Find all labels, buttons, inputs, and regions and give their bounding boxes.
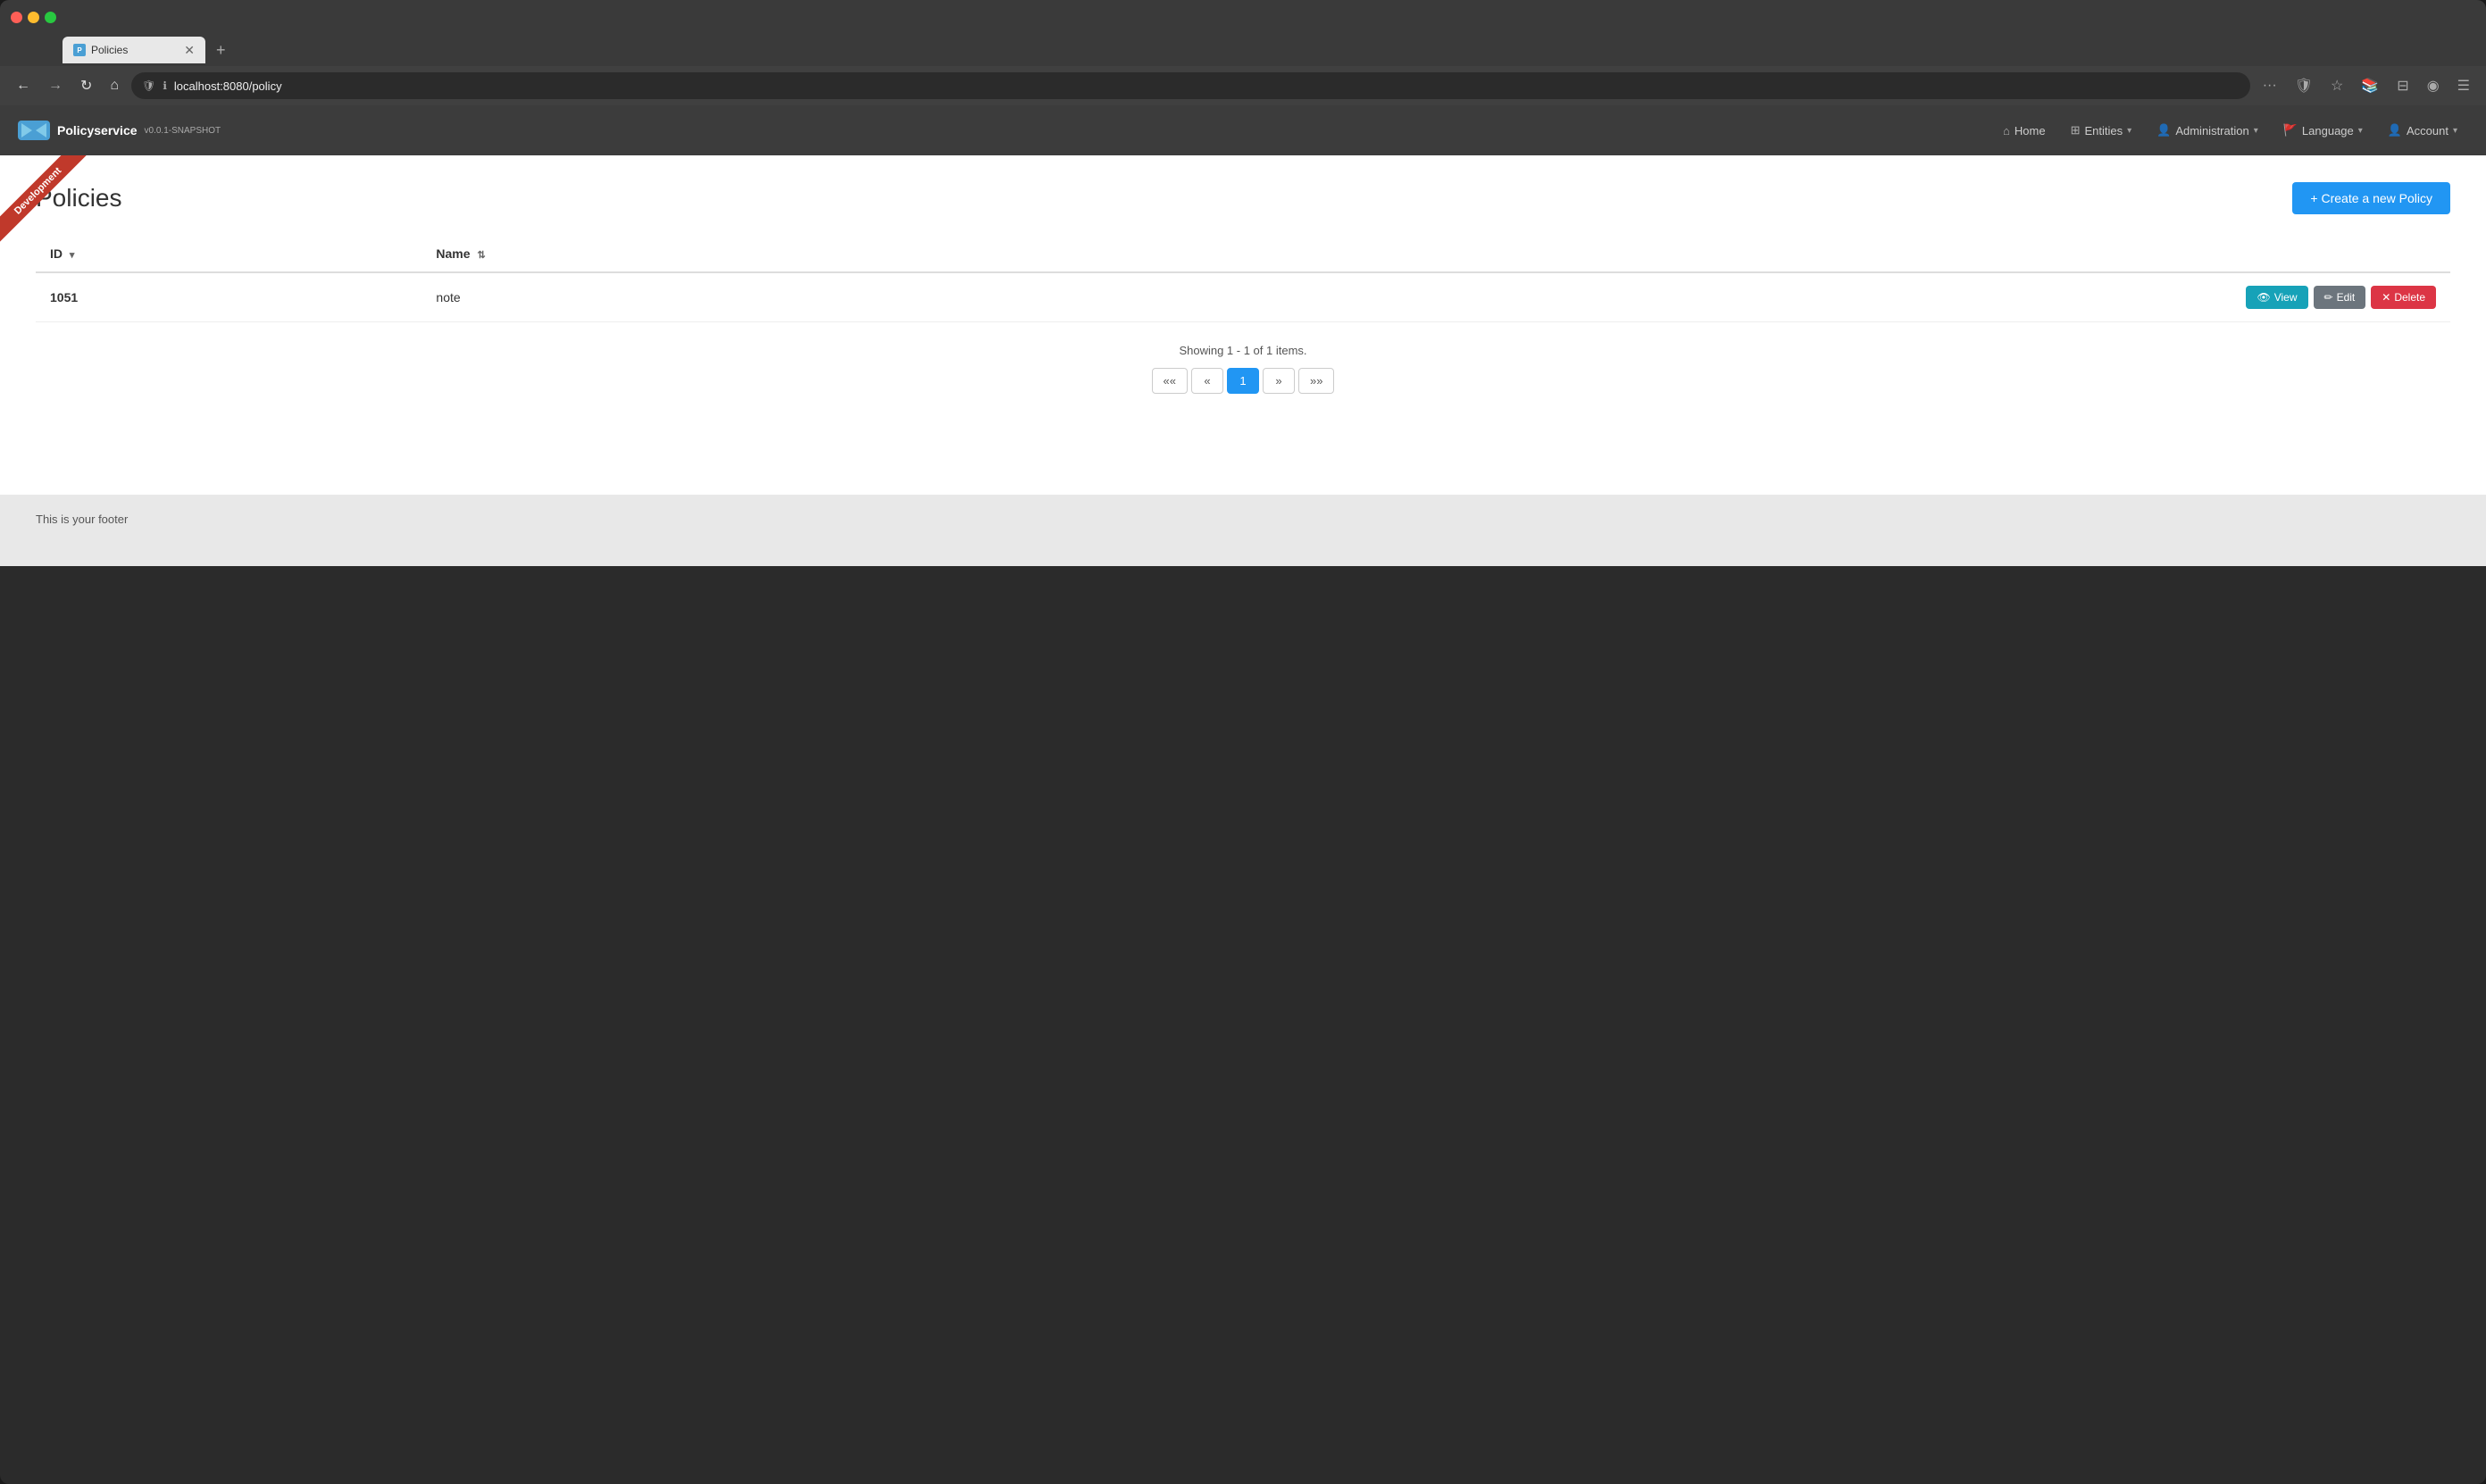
nav-language-link[interactable]: 🚩 Language ▾: [2273, 116, 2373, 145]
delete-button[interactable]: ✕ Delete: [2371, 286, 2436, 309]
account-dropdown-arrow: ▾: [2453, 126, 2457, 136]
row-id: 1051: [36, 272, 421, 322]
policy-table: ID ▾ Name ⇅ 1051 note 👁: [36, 236, 2450, 322]
x-icon: ✕: [2382, 291, 2390, 304]
page-title: Policies: [36, 184, 121, 213]
footer-text: This is your footer: [36, 513, 128, 526]
minimize-window-button[interactable]: [28, 12, 39, 23]
browser-toolbar: ← → ↻ ⌂ 🛡 ℹ ··· 🛡 ☆ 📚 ⊟ ◉ ☰: [0, 66, 2486, 105]
current-page-button[interactable]: 1: [1227, 368, 1259, 394]
nav-back-button[interactable]: ←: [11, 74, 36, 97]
profile-icon[interactable]: ◉: [2422, 73, 2445, 98]
action-buttons: 👁 View ✏ Edit ✕ Delete: [970, 286, 2436, 309]
app-logo-name: Policyservice: [57, 123, 138, 138]
next-page-button[interactable]: »: [1263, 368, 1295, 394]
new-tab-button[interactable]: +: [209, 38, 233, 63]
table-body: 1051 note 👁 View ✏ Edit ✕ Delete: [36, 272, 2450, 322]
tab-favicon: P: [73, 44, 86, 56]
administration-dropdown-arrow: ▾: [2254, 126, 2258, 136]
logo-icon: [18, 121, 50, 140]
shield-icon: 🛡: [2290, 73, 2318, 98]
address-bar-wrapper: 🛡 ℹ: [131, 72, 2250, 99]
info-icon: ℹ: [163, 79, 167, 92]
col-actions-header: [955, 236, 2450, 272]
table-header-row: ID ▾ Name ⇅: [36, 236, 2450, 272]
account-icon: 👤: [2388, 123, 2402, 138]
language-dropdown-arrow: ▾: [2358, 126, 2363, 136]
pencil-icon: ✏: [2324, 291, 2333, 304]
col-id-header[interactable]: ID ▾: [36, 236, 421, 272]
browser-titlebar: [0, 0, 2486, 34]
menu-icon[interactable]: ☰: [2452, 73, 2475, 98]
split-view-icon[interactable]: ⊟: [2391, 73, 2414, 98]
prev-page-button[interactable]: «: [1191, 368, 1223, 394]
flag-icon: 🚩: [2283, 123, 2298, 138]
page-header: Policies + Create a new Policy: [36, 182, 2450, 214]
first-page-button[interactable]: ««: [1152, 368, 1188, 394]
close-window-button[interactable]: [11, 12, 22, 23]
eye-icon: 👁: [2257, 291, 2270, 304]
pagination-controls: «« « 1 » »»: [36, 368, 2450, 394]
traffic-lights: [11, 12, 56, 23]
last-page-button[interactable]: »»: [1298, 368, 1334, 394]
nav-links: ⌂ Home ⊞ Entities ▾ 👤 Administration ▾ 🚩…: [1992, 116, 2468, 145]
home-icon: ⌂: [2003, 124, 2010, 138]
name-sort-icon: ⇅: [477, 250, 485, 261]
user-icon: 👤: [2156, 123, 2171, 138]
view-button[interactable]: 👁 View: [2246, 286, 2307, 309]
nav-home-button[interactable]: ⌂: [104, 74, 124, 97]
tab-close-button[interactable]: ✕: [184, 44, 195, 56]
maximize-window-button[interactable]: [45, 12, 56, 23]
id-sort-icon: ▾: [70, 250, 75, 261]
security-icon: 🛡: [142, 79, 155, 92]
pagination-info: Showing 1 - 1 of 1 items.: [36, 344, 2450, 357]
nav-entities-link[interactable]: ⊞ Entities ▾: [2060, 116, 2143, 145]
nav-forward-button[interactable]: →: [43, 74, 68, 97]
create-policy-button[interactable]: + Create a new Policy: [2292, 182, 2450, 214]
entities-dropdown-arrow: ▾: [2127, 126, 2131, 136]
col-name-header[interactable]: Name ⇅: [421, 236, 955, 272]
more-options-button[interactable]: ···: [2257, 74, 2282, 97]
nav-administration-link[interactable]: 👤 Administration ▾: [2146, 116, 2269, 145]
active-tab[interactable]: P Policies ✕: [63, 37, 205, 63]
app-version: v0.0.1-SNAPSHOT: [145, 126, 221, 136]
edit-button[interactable]: ✏ Edit: [2314, 286, 2366, 309]
pagination-wrapper: Showing 1 - 1 of 1 items. «« « 1 » »»: [36, 322, 2450, 401]
tab-title: Policies: [91, 44, 128, 56]
reading-list-icon[interactable]: 📚: [2356, 73, 2384, 98]
tab-bar: P Policies ✕ +: [0, 34, 2486, 66]
row-name: note: [421, 272, 955, 322]
table-row: 1051 note 👁 View ✏ Edit ✕ Delete: [36, 272, 2450, 322]
nav-refresh-button[interactable]: ↻: [75, 73, 97, 98]
nav-home-link[interactable]: ⌂ Home: [1992, 117, 2056, 145]
page-wrapper: Development Policies + Create a new Poli…: [0, 155, 2486, 566]
browser-window: P Policies ✕ + ← → ↻ ⌂ 🛡 ℹ ··· 🛡 ☆ 📚 ⊟ ◉…: [0, 0, 2486, 1484]
bookmark-star-icon[interactable]: ☆: [2325, 73, 2348, 98]
row-actions: 👁 View ✏ Edit ✕ Delete: [955, 272, 2450, 322]
nav-account-link[interactable]: 👤 Account ▾: [2377, 116, 2468, 145]
page-footer: This is your footer: [0, 495, 2486, 566]
app-logo: Policyservice v0.0.1-SNAPSHOT: [18, 121, 221, 140]
app-navbar: Policyservice v0.0.1-SNAPSHOT ⌂ Home ⊞ E…: [0, 105, 2486, 155]
main-content: Policies + Create a new Policy ID ▾ Name…: [0, 155, 2486, 495]
grid-icon: ⊞: [2071, 123, 2081, 138]
address-bar-input[interactable]: [174, 79, 2240, 93]
